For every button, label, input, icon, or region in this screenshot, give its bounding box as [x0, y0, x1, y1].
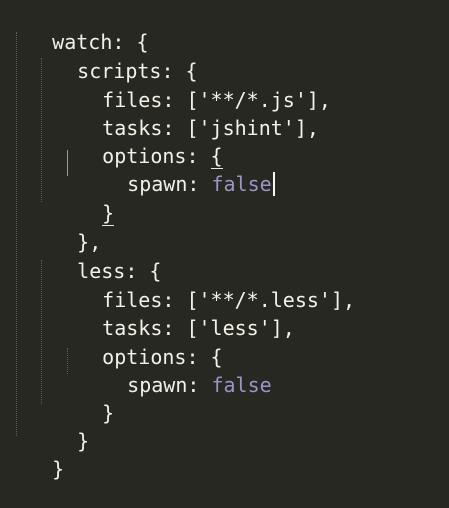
- code-text: }: [52, 457, 65, 481]
- code-line[interactable]: less: {: [4, 232, 161, 283]
- code-line[interactable]: }: [4, 174, 115, 226]
- code-line[interactable]: spawn: false: [4, 346, 272, 397]
- code-line[interactable]: },: [4, 203, 101, 254]
- code-line[interactable]: files: ['**/*.js'],: [4, 61, 331, 112]
- code-line[interactable]: }: [4, 374, 114, 425]
- code-line[interactable]: options: {: [4, 318, 222, 369]
- code-line[interactable]: }: [4, 402, 89, 453]
- code-editor[interactable]: watch: { scripts: { files: ['**/*.js'], …: [0, 0, 449, 481]
- code-line-active[interactable]: spawn: false: [4, 145, 275, 196]
- matched-brace: }: [102, 201, 115, 226]
- code-line[interactable]: files: ['**/*.less'],: [4, 261, 355, 312]
- code-line[interactable]: watch: {: [4, 3, 148, 54]
- code-line[interactable]: scripts: {: [4, 32, 197, 83]
- code-line[interactable]: options: {: [4, 117, 223, 169]
- text-cursor: [272, 172, 275, 196]
- code-line[interactable]: }: [4, 430, 64, 481]
- code-line[interactable]: tasks: ['less'],: [4, 289, 295, 340]
- boolean-value: false: [211, 172, 272, 196]
- code-line[interactable]: tasks: ['jshint'],: [4, 89, 319, 140]
- boolean-value: false: [211, 373, 272, 397]
